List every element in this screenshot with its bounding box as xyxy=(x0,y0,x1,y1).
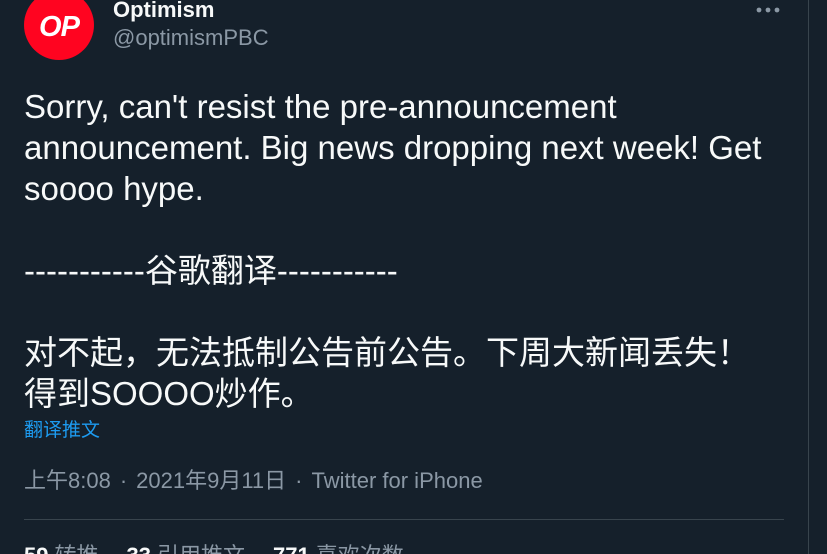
retweets-stat[interactable]: 59 转推 xyxy=(24,541,99,554)
tweet-text-original: Sorry, can't resist the pre-announcement… xyxy=(24,88,762,207)
tweet: OP Optimism @optimismPBC Sorry, can't re… xyxy=(0,0,808,554)
likes-stat[interactable]: 771 喜欢次数 xyxy=(273,541,404,554)
more-horizontal-icon xyxy=(756,7,780,13)
meta-separator: · xyxy=(295,468,303,493)
tweet-text-translated: 对不起，无法抵制公告前公告。下周大新闻丢失！得到SOOOO炒作。 xyxy=(24,334,750,412)
stat-label: 引用推文 xyxy=(157,541,245,554)
engagement-stats: 59 转推 33 引用推文 771 喜欢次数 xyxy=(24,541,404,554)
stat-label: 转推 xyxy=(54,541,98,554)
tweet-source[interactable]: Twitter for iPhone xyxy=(312,468,483,493)
column-border xyxy=(808,0,809,554)
author-name[interactable]: Optimism xyxy=(113,0,214,23)
divider xyxy=(24,519,784,520)
author-handle[interactable]: @optimismPBC xyxy=(113,25,269,51)
translate-tweet-link[interactable]: 翻译推文 xyxy=(24,419,100,443)
avatar[interactable]: OP xyxy=(24,0,94,60)
translation-separator: -----------谷歌翻译----------- xyxy=(24,252,398,289)
stat-count: 771 xyxy=(273,541,310,554)
more-options-button[interactable] xyxy=(752,0,784,20)
meta-separator: · xyxy=(119,468,128,493)
tweet-date[interactable]: 2021年9月11日 xyxy=(136,468,286,493)
tweet-meta: 上午8:08 · 2021年9月11日 · Twitter for iPhone xyxy=(24,466,483,496)
quote-tweets-stat[interactable]: 33 引用推文 xyxy=(127,541,246,554)
tweet-time[interactable]: 上午8:08 xyxy=(24,468,111,493)
stat-label: 喜欢次数 xyxy=(316,541,404,554)
stat-count: 33 xyxy=(127,541,151,554)
avatar-logo-text: OP xyxy=(39,10,80,43)
stat-count: 59 xyxy=(24,541,48,554)
tweet-body: Sorry, can't resist the pre-announcement… xyxy=(24,86,776,414)
